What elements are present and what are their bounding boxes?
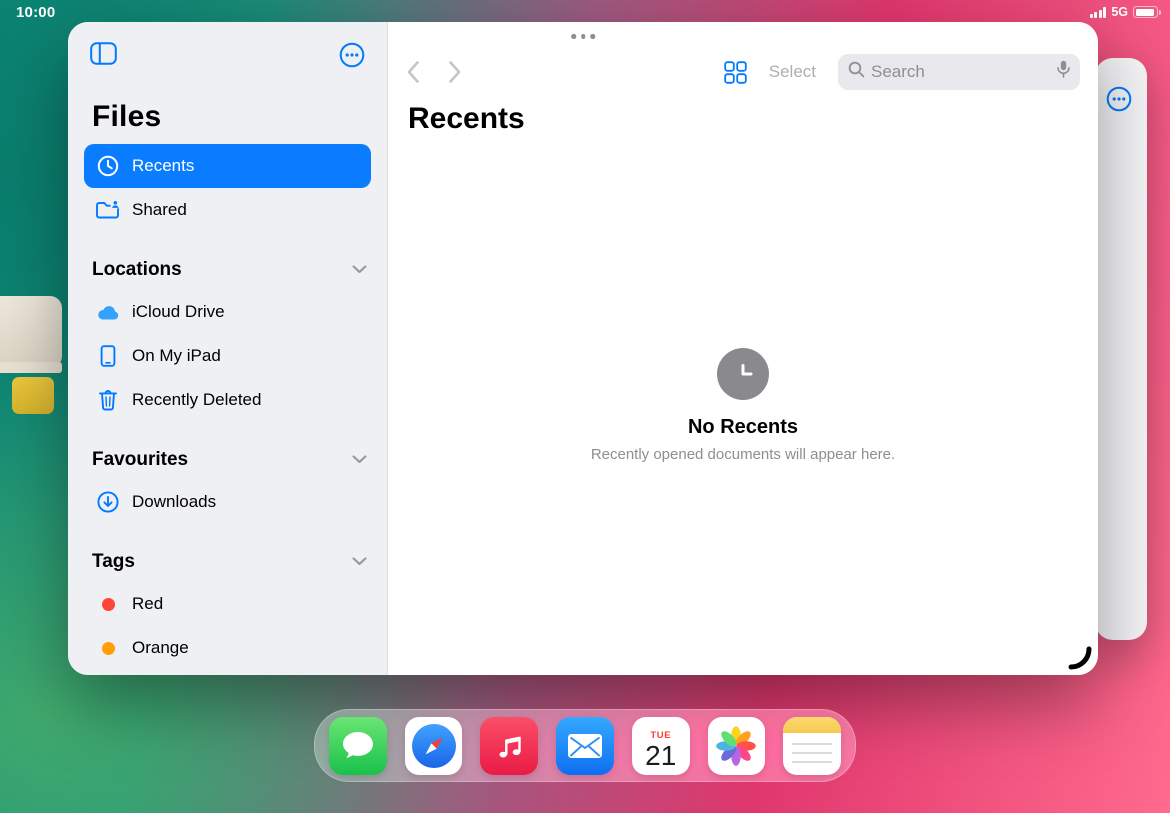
tag-orange-dot-icon <box>94 642 122 655</box>
search-icon <box>848 61 865 83</box>
toolbar: Select <box>388 50 1098 94</box>
dock-app-notes[interactable] <box>783 717 841 775</box>
battery-icon <box>1133 6 1158 18</box>
sidebar-item-label: On My iPad <box>132 346 221 366</box>
window-resize-handle[interactable] <box>1068 646 1092 670</box>
dock-app-music[interactable] <box>480 717 538 775</box>
sidebar-item-label: Downloads <box>132 492 216 512</box>
section-header-favourites[interactable]: Favourites <box>68 440 387 480</box>
select-button[interactable]: Select <box>769 62 816 82</box>
forward-button[interactable] <box>448 60 462 84</box>
sidebar-item-recents[interactable]: Recents <box>84 144 371 188</box>
window-more-icon[interactable] <box>1106 86 1132 117</box>
dock-app-calendar[interactable]: TUE 21 <box>632 717 690 775</box>
files-window: Files Recents Shared Locations <box>68 22 1098 675</box>
ipad-screen: 10:00 5G Files <box>0 0 1170 813</box>
sidebar-item-recently-deleted[interactable]: Recently Deleted <box>84 378 371 422</box>
photos-flower-icon <box>713 723 759 769</box>
dock: TUE 21 <box>314 709 856 782</box>
sidebar-item-label: Red <box>132 594 163 614</box>
sidebar-toggle-button[interactable] <box>90 42 117 65</box>
sidebar: Files Recents Shared Locations <box>68 22 388 675</box>
search-field[interactable] <box>838 54 1080 90</box>
notes-icon <box>783 717 841 733</box>
page-title: Recents <box>408 102 525 136</box>
empty-state-title: No Recents <box>388 416 1098 439</box>
section-header-tags[interactable]: Tags <box>68 542 387 582</box>
sidebar-item-label: Orange <box>132 638 189 658</box>
sidebar-item-label: Recently Deleted <box>132 390 261 410</box>
music-note-icon <box>492 729 526 763</box>
wallpaper-imac <box>0 296 62 368</box>
calendar-icon: TUE 21 <box>632 721 690 770</box>
clock-empty-icon <box>717 348 769 400</box>
app-title: Files <box>68 100 387 134</box>
window-drag-handle[interactable] <box>568 31 598 42</box>
section-title: Favourites <box>92 449 188 471</box>
sidebar-item-label: Recents <box>132 156 194 176</box>
section-title: Locations <box>92 259 182 281</box>
microphone-icon[interactable] <box>1057 60 1070 84</box>
wallpaper-desk <box>0 362 62 373</box>
status-bar: 10:00 5G <box>0 0 1170 22</box>
chevron-down-icon <box>352 261 367 279</box>
sidebar-more-button[interactable] <box>339 42 365 68</box>
clock-icon <box>94 154 122 178</box>
sidebar-item-tag-orange[interactable]: Orange <box>84 626 371 670</box>
sidebar-item-shared[interactable]: Shared <box>84 188 371 232</box>
dock-app-photos[interactable] <box>708 717 766 775</box>
chevron-down-icon <box>352 451 367 469</box>
sidebar-item-label: iCloud Drive <box>132 302 225 322</box>
tag-red-dot-icon <box>94 598 122 611</box>
sidebar-item-on-my-ipad[interactable]: On My iPad <box>84 334 371 378</box>
dock-app-safari[interactable] <box>405 717 463 775</box>
dock-app-mail[interactable] <box>556 717 614 775</box>
section-title: Tags <box>92 551 135 573</box>
background-window[interactable] <box>1095 58 1147 640</box>
icloud-drive-icon <box>94 303 122 321</box>
search-input[interactable] <box>871 62 1051 82</box>
sidebar-item-icloud-drive[interactable]: iCloud Drive <box>84 290 371 334</box>
messages-bubble-icon <box>340 729 376 763</box>
network-type-label: 5G <box>1111 5 1128 19</box>
trash-icon <box>94 388 122 412</box>
shared-folder-icon <box>94 199 122 221</box>
calendar-day: 21 <box>632 741 690 770</box>
section-header-locations[interactable]: Locations <box>68 250 387 290</box>
content-area: Select Recents <box>388 22 1098 675</box>
view-options-icon[interactable] <box>724 61 747 84</box>
wallpaper-yellow-object <box>12 377 54 414</box>
sidebar-item-label: Shared <box>132 200 187 220</box>
sidebar-item-tag-red[interactable]: Red <box>84 582 371 626</box>
back-button[interactable] <box>406 60 420 84</box>
signal-strength-icon <box>1090 7 1107 18</box>
sidebar-item-downloads[interactable]: Downloads <box>84 480 371 524</box>
download-circle-icon <box>94 490 122 514</box>
mail-envelope-icon <box>567 733 603 759</box>
safari-compass-icon <box>412 724 456 768</box>
ipad-icon <box>94 344 122 368</box>
chevron-down-icon <box>352 553 367 571</box>
dock-app-messages[interactable] <box>329 717 387 775</box>
empty-state: No Recents Recently opened documents wil… <box>388 348 1098 463</box>
clock-time: 10:00 <box>16 4 55 21</box>
empty-state-subtitle: Recently opened documents will appear he… <box>388 446 1098 463</box>
